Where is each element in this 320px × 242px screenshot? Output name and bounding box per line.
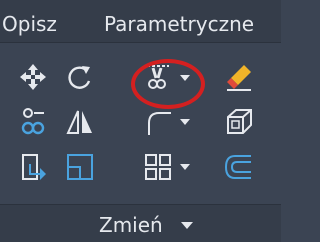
- ribbon-tab-bar: Opisz Parametryczne: [0, 0, 281, 43]
- trim-button[interactable]: [138, 57, 178, 97]
- trim-icon: [147, 65, 169, 89]
- array-icon: [145, 154, 171, 180]
- erase-icon: [227, 65, 251, 91]
- move-icon: [20, 64, 46, 90]
- offset-icon: [224, 155, 251, 179]
- panel-expand-caret-icon[interactable]: [181, 222, 193, 230]
- trim-dropdown-arrow-icon[interactable]: [180, 75, 190, 83]
- fillet-icon: [148, 112, 171, 135]
- scale-icon: [67, 154, 93, 180]
- stretch-button[interactable]: [13, 147, 53, 187]
- fillet-button[interactable]: [138, 102, 178, 142]
- array-dropdown-arrow-icon[interactable]: [180, 164, 190, 172]
- panel-title: Zmień: [99, 213, 163, 237]
- copy-icon: [21, 108, 45, 135]
- stretch-icon: [22, 154, 46, 180]
- panel-footer[interactable]: Zmień: [0, 204, 281, 242]
- tab-opisz[interactable]: Opisz: [2, 12, 57, 36]
- mirror-button[interactable]: [60, 102, 100, 142]
- copy-button[interactable]: [13, 102, 53, 142]
- array-button[interactable]: [138, 147, 178, 187]
- offset-button[interactable]: [219, 147, 259, 187]
- mirror-icon: [66, 110, 92, 134]
- 3d-box-button[interactable]: [219, 102, 259, 142]
- 3d-box-icon: [227, 109, 252, 134]
- erase-button[interactable]: [219, 57, 259, 97]
- rotate-icon: [68, 66, 91, 89]
- move-button[interactable]: [13, 57, 53, 97]
- rotate-button[interactable]: [60, 57, 100, 97]
- tab-parametryczne[interactable]: Parametryczne: [104, 12, 254, 36]
- fillet-dropdown-arrow-icon[interactable]: [180, 119, 190, 127]
- scale-button[interactable]: [60, 147, 100, 187]
- modify-panel: [0, 43, 281, 197]
